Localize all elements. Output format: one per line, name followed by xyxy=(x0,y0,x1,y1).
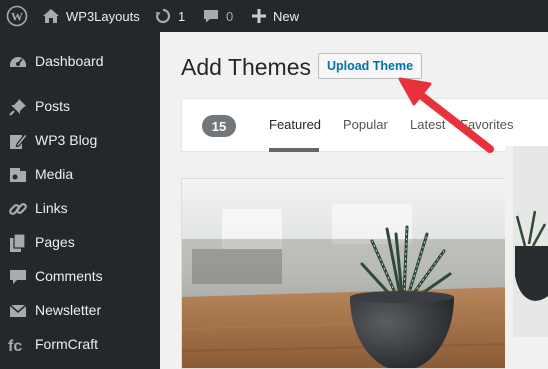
tab-popular[interactable]: Popular xyxy=(343,117,388,132)
sidebar-item-posts[interactable]: Posts xyxy=(0,89,160,123)
site-home-button[interactable] xyxy=(42,0,60,32)
site-name-link[interactable]: WP3Layouts xyxy=(66,0,140,32)
media-icon xyxy=(10,168,26,182)
sidebar-item-formcraft[interactable]: fc FormCraft xyxy=(0,327,160,361)
sidebar-item-label: Dashboard xyxy=(35,53,104,69)
updates-count: 1 xyxy=(178,8,186,24)
plus-icon xyxy=(252,9,266,23)
comments-button[interactable]: 0 xyxy=(202,0,233,32)
sidebar-item-label: Links xyxy=(35,200,68,216)
comments-count: 0 xyxy=(226,8,234,24)
home-icon xyxy=(43,9,59,23)
sidebar-item-label: Posts xyxy=(35,98,71,114)
admin-sidebar: Dashboard Posts WP3 Blog Media Links Pag… xyxy=(0,32,160,369)
theme-screenshot-partial xyxy=(505,146,548,369)
sidebar-item-label: Media xyxy=(35,166,74,182)
pin-icon xyxy=(9,99,26,116)
sidebar-item-comments[interactable]: Comments xyxy=(0,259,160,293)
theme-card[interactable] xyxy=(181,178,513,369)
upload-theme-button[interactable]: Upload Theme xyxy=(318,53,422,79)
theme-card-partial[interactable] xyxy=(505,146,548,369)
pages-icon xyxy=(10,233,26,252)
comment-icon xyxy=(10,270,26,284)
new-content-button[interactable]: New xyxy=(251,0,299,32)
theme-count-badge: 15 xyxy=(202,115,236,137)
page-title: Add Themes xyxy=(181,54,311,80)
sidebar-item-pages[interactable]: Pages xyxy=(0,225,160,259)
sidebar-item-label: Comments xyxy=(35,268,103,284)
sidebar-item-wp3-blog[interactable]: WP3 Blog xyxy=(0,123,160,157)
sidebar-item-dashboard[interactable]: Dashboard xyxy=(0,44,160,78)
active-tab-indicator xyxy=(269,148,319,152)
edit-icon xyxy=(10,133,28,149)
sidebar-item-label: WP3 Blog xyxy=(35,132,98,148)
sidebar-item-links[interactable]: Links xyxy=(0,191,160,225)
theme-filter-bar: 15 Featured Popular Latest Favorites xyxy=(181,98,548,152)
dashboard-icon xyxy=(10,57,26,67)
link-icon xyxy=(9,203,27,215)
tab-featured[interactable]: Featured xyxy=(269,117,321,132)
updates-button[interactable]: 1 xyxy=(154,0,185,32)
sidebar-item-media[interactable]: Media xyxy=(0,157,160,191)
sidebar-item-label: FormCraft xyxy=(35,336,98,352)
sidebar-item-newsletter[interactable]: Newsletter xyxy=(0,293,160,327)
updates-icon xyxy=(155,8,171,24)
formcraft-icon: fc xyxy=(8,338,22,355)
new-label: New xyxy=(273,8,300,24)
tab-favorites[interactable]: Favorites xyxy=(460,117,513,132)
admin-bar: W WP3Layouts 1 0 New xyxy=(0,0,548,32)
tab-latest[interactable]: Latest xyxy=(410,117,445,132)
mail-icon xyxy=(9,304,27,317)
theme-screenshot xyxy=(182,179,512,368)
wordpress-icon: W xyxy=(6,5,28,27)
svg-text:fc: fc xyxy=(8,338,22,355)
comment-icon xyxy=(204,10,218,23)
sidebar-item-label: Pages xyxy=(35,234,75,250)
site-name: WP3Layouts xyxy=(66,8,140,24)
sidebar-item-label: Newsletter xyxy=(35,302,102,318)
wordpress-logo-button[interactable]: W xyxy=(6,0,28,32)
svg-text:W: W xyxy=(11,10,23,24)
